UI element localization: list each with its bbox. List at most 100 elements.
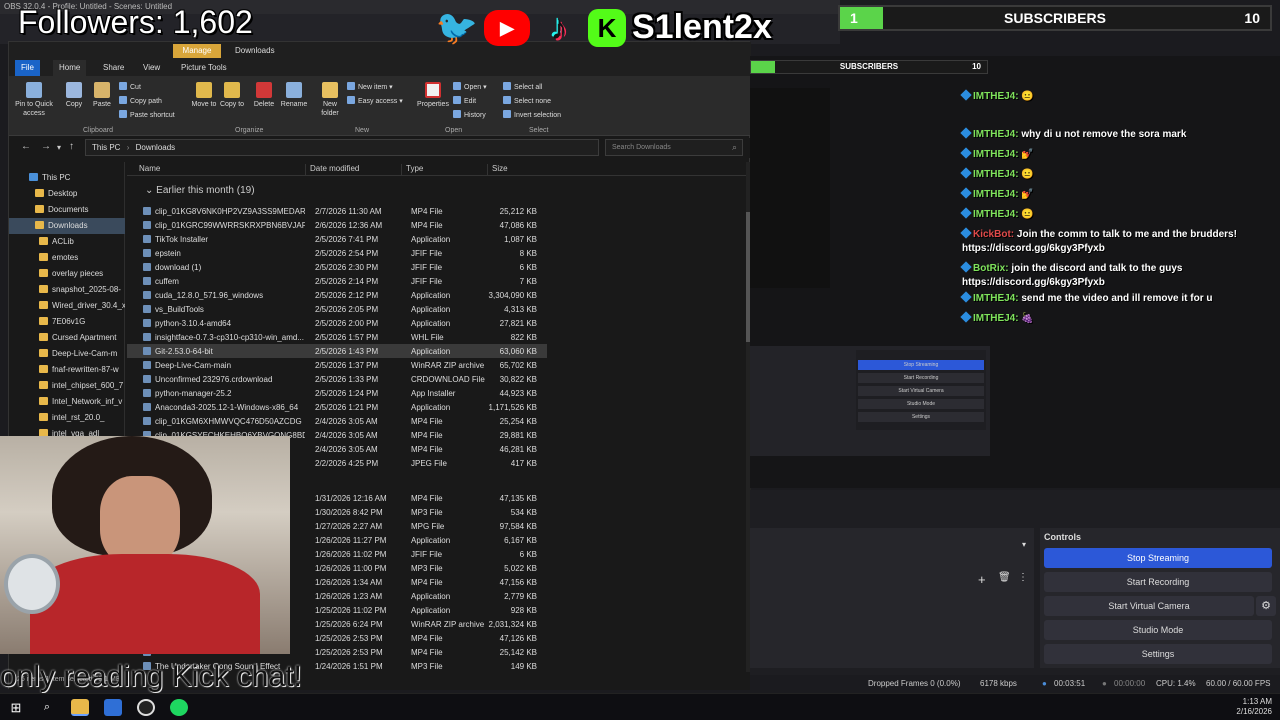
studio-mode-button[interactable]: Studio Mode — [1044, 620, 1272, 640]
column-header-size[interactable]: Size — [487, 164, 541, 176]
tab-file[interactable]: File — [15, 60, 40, 76]
file-row[interactable]: Anaconda3-2025.12-1-Windows-x86_64 2/5/20… — [127, 400, 547, 414]
edit-button[interactable]: Edit — [453, 96, 476, 105]
manage-contextual-tab[interactable]: Manage — [173, 44, 221, 58]
nav-item[interactable]: Deep-Live-Cam-m — [9, 346, 125, 362]
search-icon[interactable]: ⌕ — [38, 699, 56, 716]
add-icon[interactable]: + — [978, 572, 986, 587]
nav-item[interactable]: Desktop — [9, 186, 125, 202]
file-explorer-icon[interactable] — [71, 699, 89, 716]
paste-shortcut-button[interactable]: Paste shortcut — [119, 110, 175, 119]
new-folder-button[interactable]: New folder — [315, 82, 345, 118]
file-row[interactable]: download (1) 2/5/2026 2:30 PM JFIF File 6 K… — [127, 260, 547, 274]
file-row[interactable]: python-3.10.4-amd64 2/5/2026 2:00 PM Appli… — [127, 316, 547, 330]
file-row[interactable]: clip_01KG8V6NK0HP2VZ9A3SS9MEDAR 2/7/2026 … — [127, 204, 547, 218]
tab-view[interactable]: View — [137, 60, 166, 76]
forward-arrow-icon[interactable]: → — [41, 141, 51, 152]
file-date: 1/24/2026 1:51 PM — [315, 662, 383, 671]
back-arrow-icon[interactable]: ← — [21, 141, 31, 152]
spotify-icon[interactable] — [170, 699, 188, 716]
badge-icon — [960, 147, 972, 159]
stop-streaming-button[interactable]: Stop Streaming — [1044, 548, 1272, 568]
file-row[interactable]: clip_01KGM6XHMWVQC476D50AZCDG 2/4/2026 3:… — [127, 414, 547, 428]
search-input[interactable]: Search Downloads ⌕ — [605, 139, 743, 156]
new-item-button[interactable]: New item ▾ — [347, 82, 393, 91]
column-header-name[interactable]: Name — [135, 164, 295, 176]
file-date: 2/5/2026 1:37 PM — [315, 361, 379, 370]
copy-button[interactable]: Copy — [59, 82, 89, 109]
start-recording-button[interactable]: Start Recording — [1044, 572, 1272, 592]
nav-item[interactable]: Downloads — [9, 218, 125, 234]
column-header-date[interactable]: Date modified — [305, 164, 399, 176]
more-icon[interactable]: ⋮ — [1018, 572, 1028, 583]
history-button[interactable]: History — [453, 110, 486, 119]
fps: 60.00 / 60.00 FPS — [1206, 679, 1271, 688]
select-none-button[interactable]: Select none — [503, 96, 551, 105]
up-arrow-icon[interactable]: ↑ — [69, 141, 74, 152]
open-button[interactable]: Open ▾ — [453, 82, 487, 91]
file-row[interactable]: epstein 2/5/2026 2:54 PM JFIF File 8 KB — [127, 246, 547, 260]
nav-item[interactable]: intel_chipset_600_7 — [9, 378, 125, 394]
breadcrumb[interactable]: This PC › Downloads — [85, 139, 599, 156]
nav-item[interactable]: Documents — [9, 202, 125, 218]
start-icon[interactable]: ⊞ — [7, 699, 25, 716]
nav-item[interactable]: Cursed Apartment — [9, 330, 125, 346]
file-row[interactable]: insightface-0.7.3-cp310-cp310-win_amd...… — [127, 330, 547, 344]
copy-path-button[interactable]: Copy path — [119, 96, 162, 105]
recent-dropdown-icon[interactable]: ▾ — [57, 143, 61, 152]
file-row[interactable]: TikTok Installer 2/5/2026 7:41 PM Applicat… — [127, 232, 547, 246]
file-row[interactable]: cuda_12.8.0_571.96_windows 2/5/2026 2:12 … — [127, 288, 547, 302]
tab-share[interactable]: Share — [97, 60, 130, 76]
gear-icon[interactable]: ⚙ — [1256, 596, 1276, 616]
nav-item[interactable]: overlay pieces — [9, 266, 125, 282]
nav-item[interactable]: Wired_driver_30.4_x — [9, 298, 125, 314]
delete-button[interactable]: Delete — [249, 82, 279, 109]
nav-item[interactable]: emotes — [9, 250, 125, 266]
invert-selection-button[interactable]: Invert selection — [503, 110, 561, 119]
group-header[interactable]: ⌄ Earlier this month (19) — [145, 185, 255, 196]
tab-picture-tools[interactable]: Picture Tools — [175, 60, 233, 76]
start-virtual-camera-button[interactable]: Start Virtual Camera — [1044, 596, 1254, 616]
folder-icon — [39, 333, 48, 341]
nav-item[interactable]: Intel_Network_inf_v — [9, 394, 125, 410]
easy-access-button[interactable]: Easy access ▾ — [347, 96, 403, 105]
store-icon[interactable] — [104, 699, 122, 716]
file-row[interactable]: cuffem 2/5/2026 2:14 PM JFIF File 7 KB — [127, 274, 547, 288]
file-size: 2,031,324 KB — [488, 620, 537, 629]
tab-home[interactable]: Home — [53, 60, 87, 76]
file-size: 1,087 KB — [504, 235, 537, 244]
settings-button[interactable]: Settings — [1044, 644, 1272, 664]
file-row[interactable]: Deep-Live-Cam-main 2/5/2026 1:37 PM WinRAR… — [127, 358, 547, 372]
file-row[interactable]: vs_BuildTools 2/5/2026 2:05 PM Application… — [127, 302, 547, 316]
nav-item[interactable]: This PC — [9, 170, 125, 186]
trash-icon[interactable]: 🗑 — [998, 572, 1011, 583]
file-name: TikTok Installer — [155, 235, 209, 244]
address-bar-row: ← → ▾ ↑ This PC › Downloads Search Downl… — [9, 138, 751, 158]
chat-message: IMTHEJ4: send me the video and ill remov… — [960, 291, 1270, 306]
cut-button[interactable]: Cut — [119, 82, 141, 91]
nav-item[interactable]: snapshot_2025-08- — [9, 282, 125, 298]
nav-item[interactable]: 7E06v1G — [9, 314, 125, 330]
file-row[interactable]: python-manager-25.2 2/5/2026 1:24 PM App I… — [127, 386, 547, 400]
preview-settings: Settings — [858, 412, 984, 422]
file-row[interactable]: Git-2.53.0-64-bit 2/5/2026 1:43 PM Applica… — [127, 344, 547, 358]
pin-quick-access-button[interactable]: Pin to Quick access — [15, 82, 53, 118]
file-row[interactable]: Unconfirmed 232976.crdownload 2/5/2026 1:… — [127, 372, 547, 386]
column-header-type[interactable]: Type — [401, 164, 477, 176]
nav-item[interactable]: intel_rst_20.0_ — [9, 410, 125, 426]
file-date: 2/4/2026 3:05 AM — [315, 431, 378, 440]
obs-icon[interactable] — [137, 699, 155, 716]
select-all-button[interactable]: Select all — [503, 82, 542, 91]
nav-item[interactable]: ACLib — [9, 234, 125, 250]
copy-to-button[interactable]: Copy to — [217, 82, 247, 109]
paste-button[interactable]: Paste — [87, 82, 117, 109]
properties-button[interactable]: Properties — [415, 82, 451, 109]
move-to-button[interactable]: Move to — [189, 82, 219, 109]
dropdown-arrow-icon[interactable]: ▾ — [1022, 540, 1026, 549]
rename-button[interactable]: Rename — [279, 82, 309, 109]
file-row[interactable]: clip_01KGRC99WWRRSKRXPBN6BVJAFN 2/6/2026 … — [127, 218, 547, 232]
breadcrumb-downloads[interactable]: Downloads — [136, 143, 176, 152]
breadcrumb-this-pc[interactable]: This PC — [92, 143, 120, 152]
system-tray-clock[interactable]: 1:13 AM 2/16/2026 — [1236, 697, 1272, 717]
nav-item[interactable]: fnaf-rewritten-87-w — [9, 362, 125, 378]
